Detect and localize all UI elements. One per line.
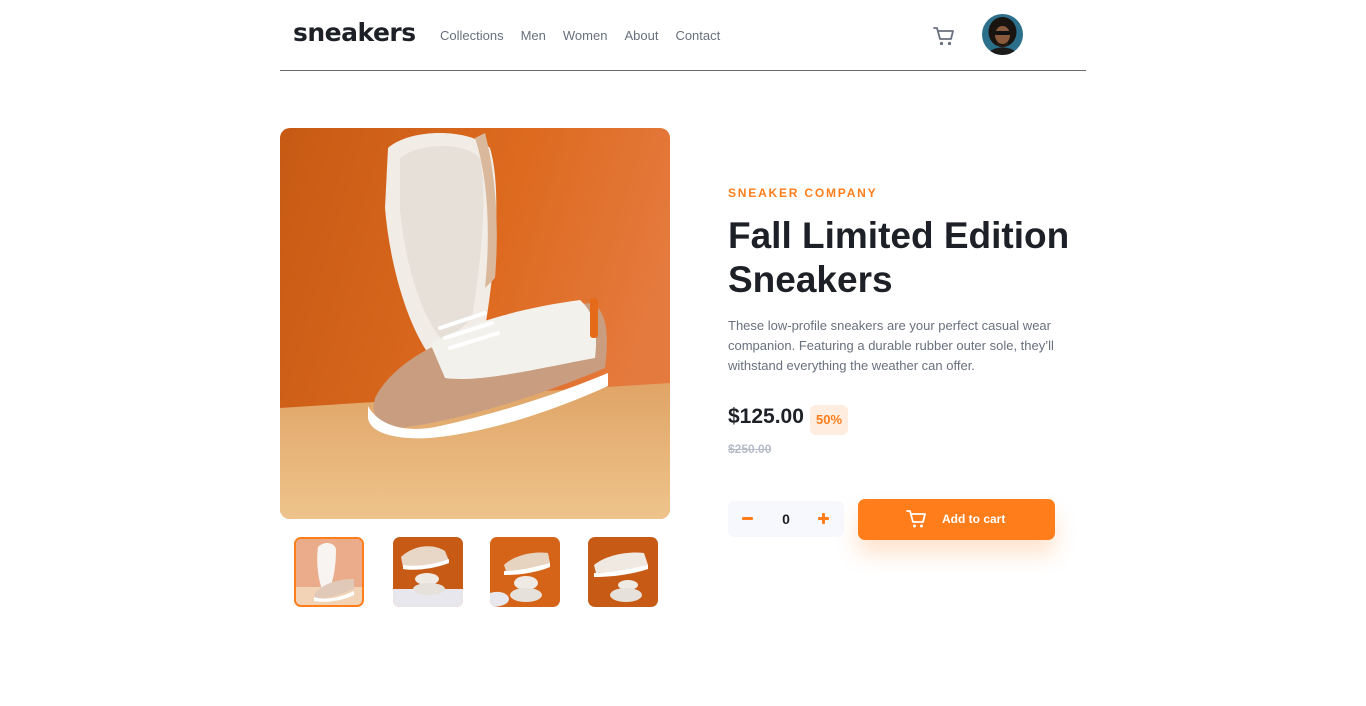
product-main-image[interactable]	[280, 128, 670, 519]
product-title-line-2: Sneakers	[728, 259, 893, 300]
product-description: These low-profile sneakers are your perf…	[728, 318, 1054, 373]
product-title: Fall Limited Edition Sneakers	[728, 214, 1088, 302]
nav-men[interactable]: Men	[521, 28, 546, 44]
add-to-cart-label: Add to cart	[942, 512, 1006, 526]
current-price: $125.00	[728, 405, 804, 428]
cart-icon	[906, 509, 928, 529]
thumbnail-1[interactable]	[294, 537, 364, 607]
thumbnail-2[interactable]	[393, 537, 463, 607]
nav-about[interactable]: About	[624, 28, 658, 44]
discount-badge: 50%	[810, 405, 848, 435]
thumbnail-3[interactable]	[490, 537, 560, 607]
original-price: $250.00	[728, 442, 772, 456]
quantity-stepper: 0	[728, 501, 844, 537]
site-header: sneakers Collections Men Women About Con…	[280, 0, 1086, 71]
nav-contact[interactable]: Contact	[675, 28, 720, 44]
thumbnail-4[interactable]	[588, 537, 658, 607]
thumbnail-strip	[294, 537, 658, 607]
product-title-line-1: Fall Limited Edition	[728, 215, 1070, 256]
main-nav: Collections Men Women About Contact	[440, 28, 737, 44]
add-to-cart-button[interactable]: Add to cart	[858, 499, 1055, 540]
plus-icon[interactable]	[814, 509, 834, 529]
nav-women[interactable]: Women	[563, 28, 608, 44]
company-name: SNEAKER COMPANY	[728, 186, 878, 200]
logo[interactable]: sneakers	[293, 18, 416, 48]
cart-icon[interactable]	[932, 24, 956, 48]
nav-collections[interactable]: Collections	[440, 28, 504, 44]
avatar[interactable]	[982, 14, 1023, 55]
